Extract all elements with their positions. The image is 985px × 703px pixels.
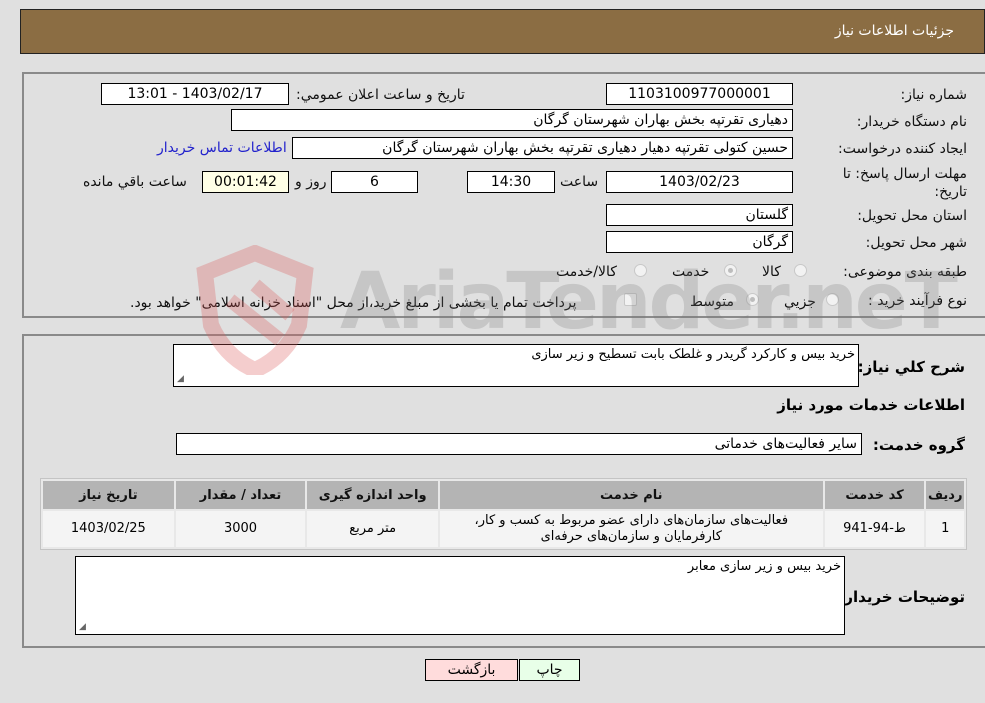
cell-service-code: ط-94-941 [824,511,925,547]
process-radio-medium[interactable] [746,293,759,306]
process-option-minor: جزيي [784,294,816,310]
table-row: 1 ط-94-941 فعالیت‌های سازمان‌های دارای ع… [43,511,964,547]
process-radio-minor[interactable] [826,293,839,306]
col-unit: واحد اندازه گيری [307,481,438,509]
cell-service-name: فعالیت‌های سازمان‌های دارای عضو مربوط به… [439,511,823,547]
table-header-row: رديف كد خدمت نام خدمت واحد اندازه گيری ت… [43,481,964,509]
buyer-org-label: نام دستگاه خريدار: [856,114,967,130]
buyer-notes-label: توضيحات خريدار: [838,588,965,606]
category-radio-goods-service[interactable] [634,264,647,277]
cell-need-date: 1403/02/25 [43,511,174,547]
deadline-time-label: ساعت [560,174,599,190]
resize-grip-icon[interactable]: ◢ [79,622,86,632]
buyer-contact-link[interactable]: اطلاعات تماس خريدار [157,140,287,156]
col-service-code: كد خدمت [824,481,925,509]
deadline-time-field: 14:30 [467,171,555,193]
col-service-name: نام خدمت [439,481,823,509]
buyer-org-field: دهیاری تقرتپه بخش بهاران شهرستان گرگان [231,109,793,131]
service-group-field: سایر فعالیت‌های خدماتی [176,433,862,455]
print-button[interactable]: چاپ [519,659,580,681]
category-option-goods-service: کالا/خدمت [556,264,617,280]
days-remaining-field: 6 [331,171,418,193]
province-label: استان محل تحویل: [857,208,967,224]
category-radio-service[interactable] [724,264,737,277]
days-label: روز و [295,174,327,190]
category-option-service: خدمت [672,264,710,280]
buyer-notes-textarea[interactable]: خرید بیس و زیر سازی معابر ◢ [75,556,845,635]
city-label: شهر محل تحویل: [865,235,967,251]
announce-datetime-field: 1403/02/17 - 13:01 [101,83,289,105]
treasury-checkbox[interactable] [624,293,637,306]
category-label: طبقه بندی موضوعی: [843,264,967,280]
resize-grip-icon[interactable]: ◢ [177,374,184,384]
treasury-note: پرداخت تمام یا بخشی از مبلغ خرید،از محل … [130,295,577,311]
summary-text: خرید بیس و کارکرد گریدر و غلطک بابت تسطی… [531,347,855,362]
summary-label: شرح كلي نياز: [857,358,965,376]
summary-textarea[interactable]: خرید بیس و کارکرد گریدر و غلطک بابت تسطی… [173,344,859,387]
need-number-field: 1103100977000001 [606,83,793,105]
buyer-notes-text: خرید بیس و زیر سازی معابر [687,559,841,574]
process-option-medium: متوسط [690,294,734,310]
announce-datetime-label: تاریخ و ساعت اعلان عمومي: [296,87,465,103]
time-remaining-field: 00:01:42 [202,171,289,193]
col-quantity: تعداد / مقدار [175,481,306,509]
city-field: گرگان [606,231,793,253]
page-title: جزئیات اطلاعات نیاز [834,23,954,39]
cell-row-number: 1 [926,511,964,547]
province-field: گلستان [606,204,793,226]
process-label: نوع فرآیند خرید : [868,293,967,309]
cell-quantity: 3000 [175,511,306,547]
cell-unit: متر مربع [307,511,438,547]
deadline-label: مهلت ارسال پاسخ: تا تاریخ: [842,166,967,200]
page-header: جزئیات اطلاعات نیاز [20,9,985,54]
category-radio-goods[interactable] [794,264,807,277]
services-section-title: اطلاعات خدمات مورد نياز [777,396,965,414]
requester-label: ایجاد کننده درخواست: [838,141,967,157]
time-remaining-label: ساعت باقي مانده [83,174,187,190]
requester-field: حسین کتولی تقرتپه دهیار دهیاری تقرتپه بخ… [292,137,793,159]
back-button[interactable]: بازگشت [425,659,518,681]
services-table: رديف كد خدمت نام خدمت واحد اندازه گيری ت… [40,478,967,550]
deadline-date-field: 1403/02/23 [606,171,793,193]
category-option-goods: کالا [762,264,781,280]
need-number-label: شماره نیاز: [900,87,968,103]
col-need-date: تاريخ نياز [43,481,174,509]
col-row-number: رديف [926,481,964,509]
service-group-label: گروه خدمت: [872,436,965,454]
